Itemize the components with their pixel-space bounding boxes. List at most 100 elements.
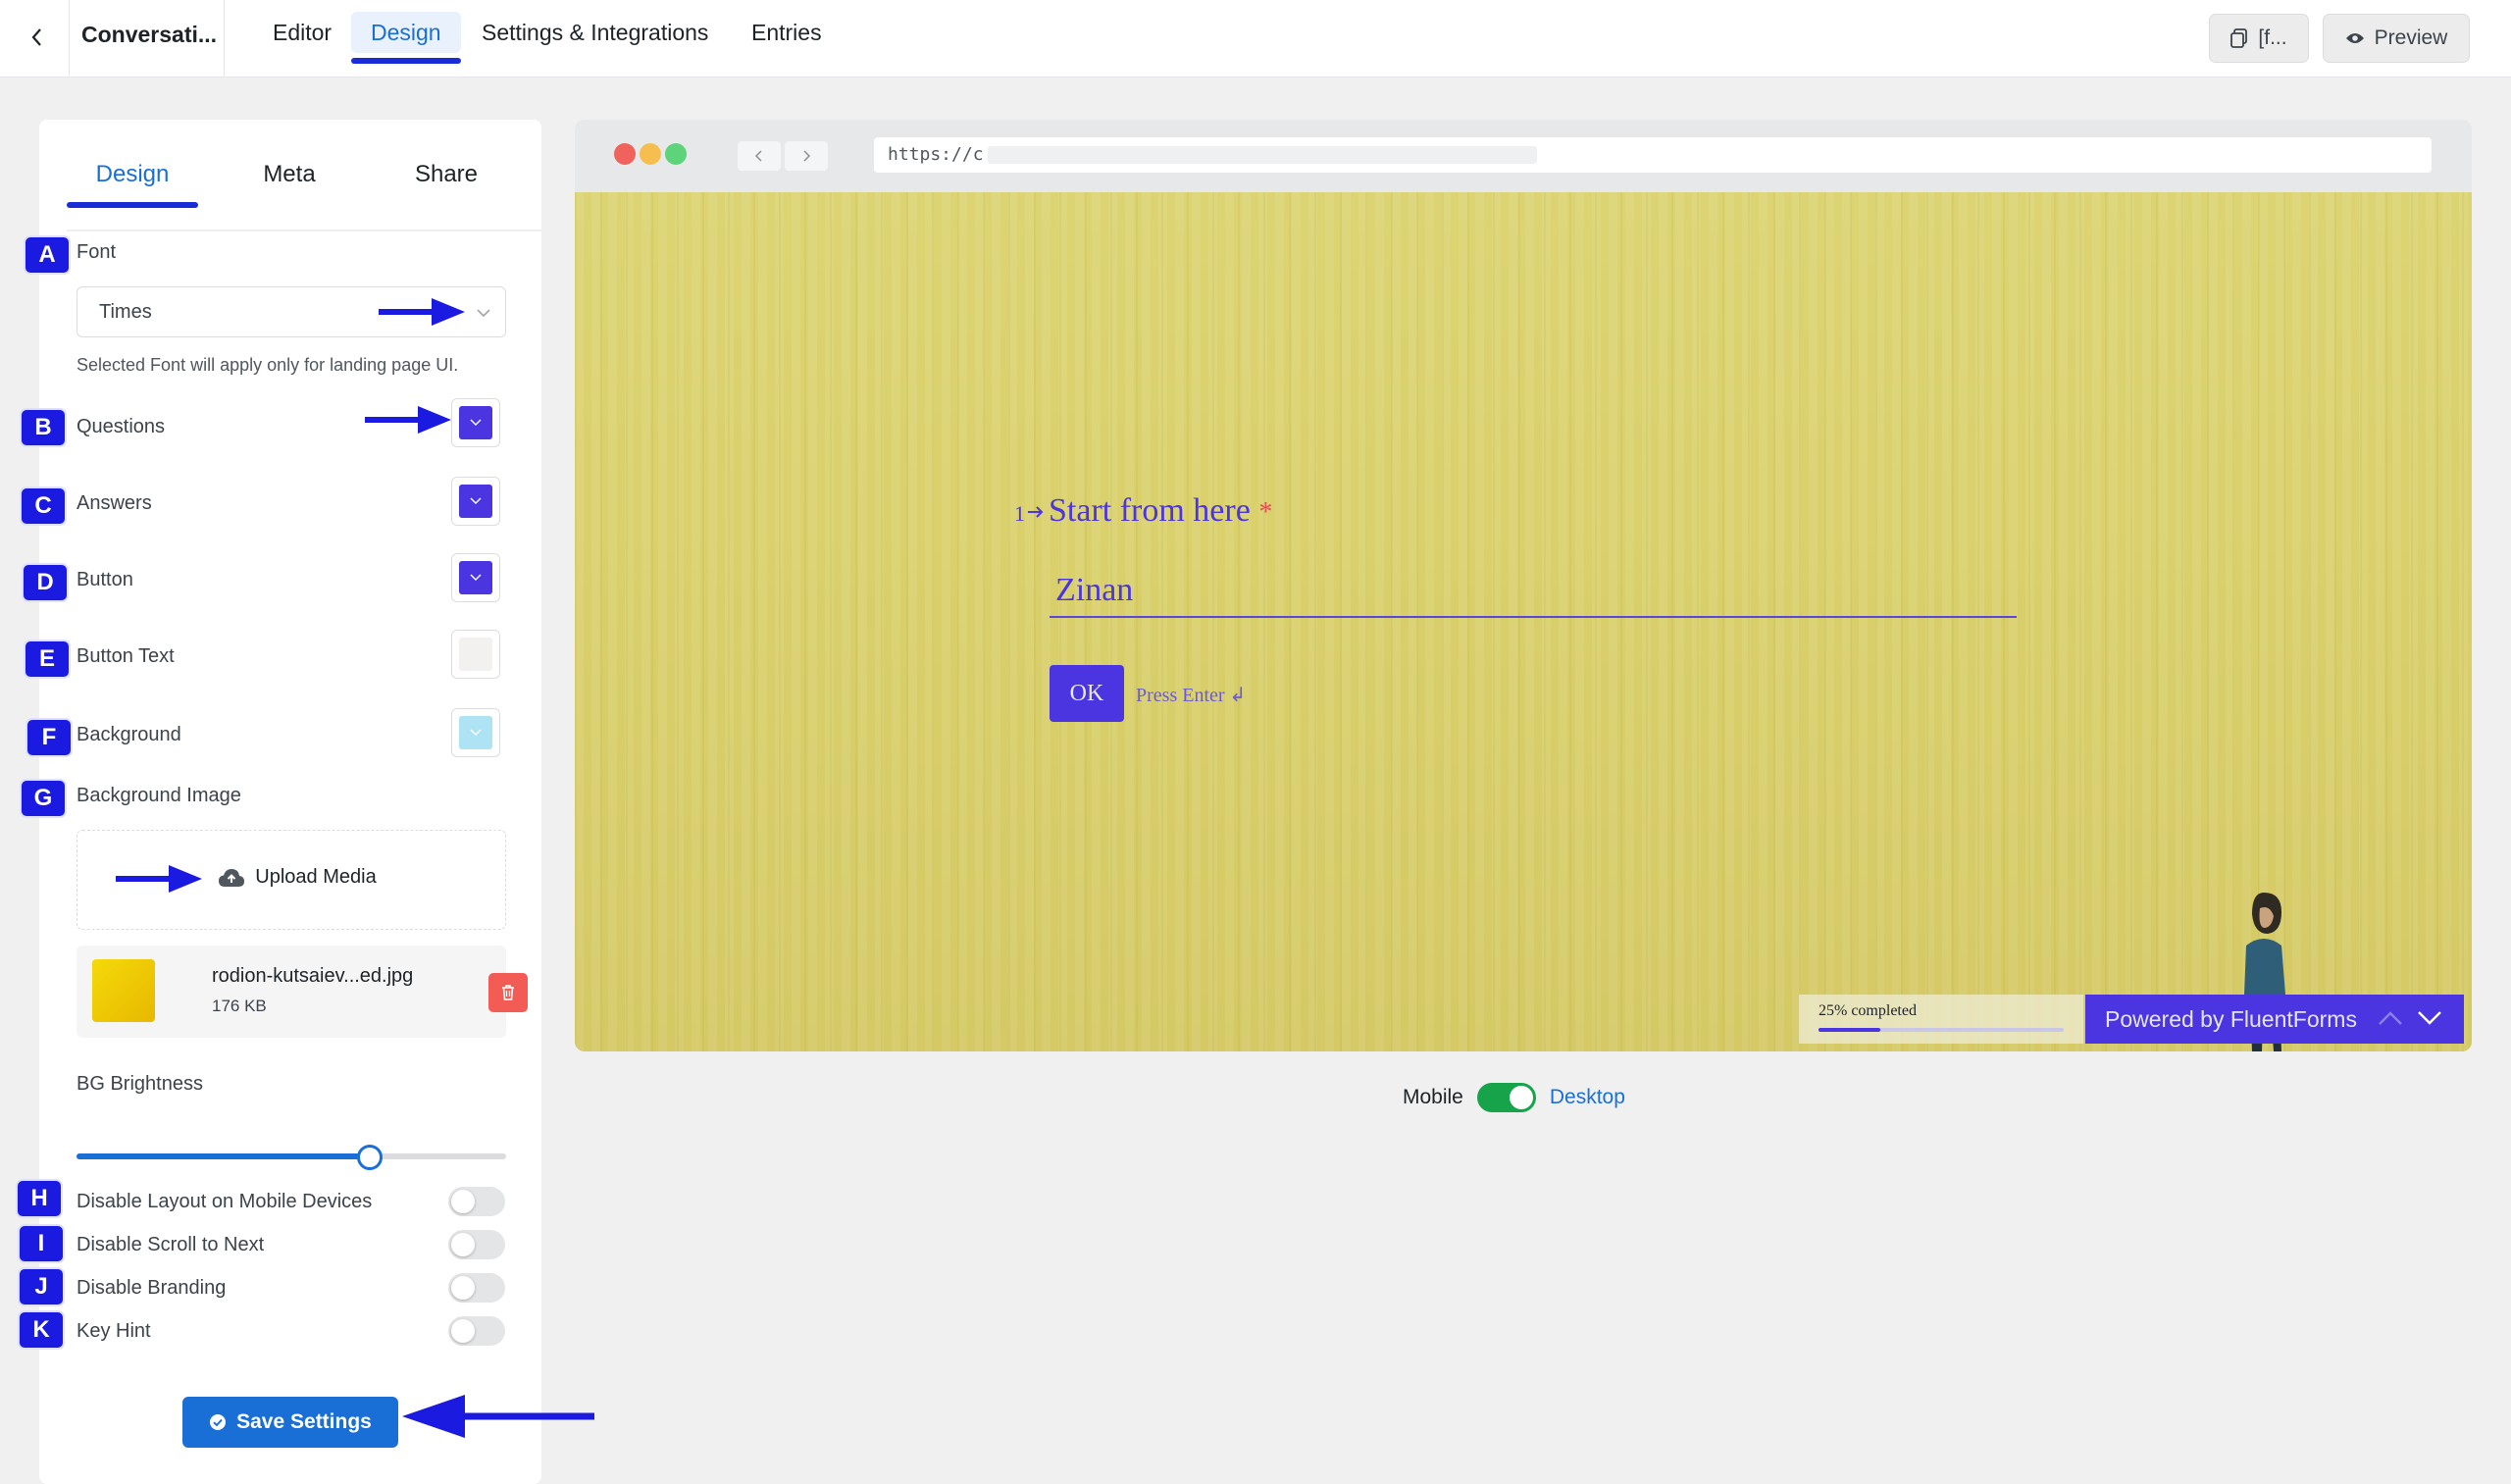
press-enter-hint: Press Enter ↲ bbox=[1136, 685, 1247, 706]
nav-active-indicator bbox=[351, 58, 461, 64]
conversational-form-canvas: 1 Start from here * Zinan OK Press Enter … bbox=[575, 192, 2472, 1051]
toggle-disable-layout-mobile[interactable] bbox=[448, 1187, 505, 1216]
tab-meta[interactable]: Meta bbox=[224, 151, 355, 230]
mobile-label[interactable]: Mobile bbox=[1403, 1086, 1463, 1109]
desktop-label[interactable]: Desktop bbox=[1550, 1086, 1625, 1109]
answers-color-swatch bbox=[459, 485, 492, 518]
divider bbox=[69, 0, 70, 77]
save-settings-button[interactable]: Save Settings bbox=[182, 1397, 398, 1448]
shortcode-button[interactable]: [f... bbox=[2209, 14, 2309, 63]
shortcode-icon bbox=[2230, 28, 2248, 48]
preview-label: Preview bbox=[2374, 26, 2448, 49]
window-close-dot bbox=[614, 143, 636, 165]
annotation-badge-c: C bbox=[22, 488, 65, 524]
questions-color-picker[interactable] bbox=[451, 398, 500, 447]
top-bar: Conversati... Editor Design Settings & I… bbox=[0, 0, 2511, 77]
file-size: 176 KB bbox=[212, 997, 267, 1015]
divider bbox=[224, 0, 225, 77]
nav-design[interactable]: Design bbox=[351, 12, 461, 53]
device-preview-toggle: Mobile Desktop bbox=[1403, 1083, 1625, 1112]
chevron-down-icon[interactable] bbox=[2417, 1007, 2442, 1029]
chevron-down-icon bbox=[470, 497, 482, 504]
nav-settings-integrations[interactable]: Settings & Integrations bbox=[462, 12, 728, 53]
chevron-left-icon bbox=[31, 28, 41, 46]
delete-file-button[interactable] bbox=[488, 973, 528, 1012]
annotation-badge-h: H bbox=[18, 1181, 61, 1216]
button-text-color-picker[interactable] bbox=[451, 630, 500, 679]
annotation-arrow-upload bbox=[116, 865, 202, 893]
font-select-value: Times bbox=[99, 301, 152, 323]
shortcode-label: [f... bbox=[2258, 26, 2287, 49]
powered-by-branding[interactable]: Powered by FluentForms bbox=[2085, 995, 2464, 1044]
answers-color-picker[interactable] bbox=[451, 477, 500, 526]
arrow-right-icon bbox=[1028, 506, 1044, 518]
chevron-up-icon[interactable] bbox=[2378, 1007, 2403, 1029]
annotation-badge-j: J bbox=[20, 1269, 63, 1305]
annotation-badge-b: B bbox=[22, 410, 65, 445]
back-button[interactable] bbox=[18, 18, 57, 57]
chevron-left-icon bbox=[754, 150, 762, 162]
answer-input[interactable]: Zinan bbox=[1050, 563, 2017, 618]
bg-brightness-label: BG Brightness bbox=[77, 1073, 203, 1095]
slider-thumb[interactable] bbox=[356, 1145, 383, 1170]
button-color-label: Button bbox=[77, 569, 133, 590]
browser-back-button[interactable] bbox=[738, 141, 781, 171]
toggle-disable-scroll[interactable] bbox=[448, 1230, 505, 1259]
check-circle-icon bbox=[210, 1414, 227, 1430]
questions-color-swatch bbox=[459, 406, 492, 439]
annotation-badge-e: E bbox=[26, 641, 69, 677]
required-mark: * bbox=[1258, 497, 1273, 528]
font-label: Font bbox=[77, 241, 117, 263]
save-settings-label: Save Settings bbox=[236, 1410, 372, 1433]
annotation-badge-k: K bbox=[20, 1312, 63, 1348]
tab-active-indicator bbox=[67, 202, 198, 208]
browser-forward-button[interactable] bbox=[785, 141, 828, 171]
button-text-color-label: Button Text bbox=[77, 645, 175, 667]
annotation-badge-a: A bbox=[26, 237, 69, 273]
toggle-disable-branding[interactable] bbox=[448, 1273, 505, 1303]
nav-entries[interactable]: Entries bbox=[732, 12, 842, 53]
nav-editor[interactable]: Editor bbox=[253, 12, 351, 53]
button-color-swatch bbox=[459, 561, 492, 594]
toggle-key-hint[interactable] bbox=[448, 1316, 505, 1346]
questions-color-label: Questions bbox=[77, 416, 166, 437]
uploaded-file-card: rodion-kutsaiev...ed.jpg 176 KB bbox=[77, 946, 528, 1038]
progress-track bbox=[1819, 1028, 2064, 1032]
font-help-text: Selected Font will apply only for landin… bbox=[77, 355, 459, 375]
toggle-label-disable-branding: Disable Branding bbox=[77, 1277, 227, 1299]
ok-button[interactable]: OK bbox=[1050, 665, 1124, 722]
button-color-picker[interactable] bbox=[451, 553, 500, 602]
background-color-picker[interactable] bbox=[451, 708, 500, 757]
annotation-badge-f: F bbox=[27, 720, 71, 755]
eye-icon bbox=[2345, 33, 2364, 43]
annotation-badge-g: G bbox=[22, 781, 65, 816]
tab-design[interactable]: Design bbox=[67, 151, 198, 230]
preview-button[interactable]: Preview bbox=[2323, 14, 2470, 63]
toggle-label-disable-layout-mobile: Disable Layout on Mobile Devices bbox=[77, 1191, 373, 1212]
button-text-color-swatch bbox=[459, 638, 492, 671]
window-maximize-dot bbox=[665, 143, 687, 165]
annotation-arrow-font bbox=[379, 298, 465, 326]
slider-fill bbox=[77, 1153, 369, 1159]
trash-icon bbox=[502, 985, 514, 1000]
upload-media-label: Upload Media bbox=[255, 866, 377, 888]
chevron-down-icon bbox=[477, 309, 490, 318]
toggle-knob bbox=[451, 1190, 475, 1213]
tab-share[interactable]: Share bbox=[381, 151, 512, 230]
toggle-knob bbox=[451, 1319, 475, 1343]
chevron-down-icon bbox=[470, 419, 482, 426]
panel-tabs: Design Meta Share bbox=[67, 151, 545, 231]
bg-brightness-slider[interactable] bbox=[77, 1144, 506, 1170]
toggle-label-disable-scroll: Disable Scroll to Next bbox=[77, 1234, 265, 1255]
browser-address-bar[interactable]: https://c bbox=[874, 137, 2432, 173]
progress-indicator: 25% completed bbox=[1799, 995, 2083, 1044]
toggle-label-key-hint: Key Hint bbox=[77, 1320, 151, 1342]
chevron-right-icon bbox=[803, 150, 811, 162]
device-switch[interactable] bbox=[1476, 1083, 1536, 1112]
annotation-arrow-save bbox=[402, 1395, 594, 1438]
progress-fill bbox=[1819, 1028, 1880, 1032]
annotation-arrow-questions bbox=[365, 406, 451, 434]
question-navigation bbox=[2378, 1007, 2442, 1029]
url-redacted bbox=[987, 146, 1537, 164]
file-name: rodion-kutsaiev...ed.jpg bbox=[212, 965, 414, 987]
